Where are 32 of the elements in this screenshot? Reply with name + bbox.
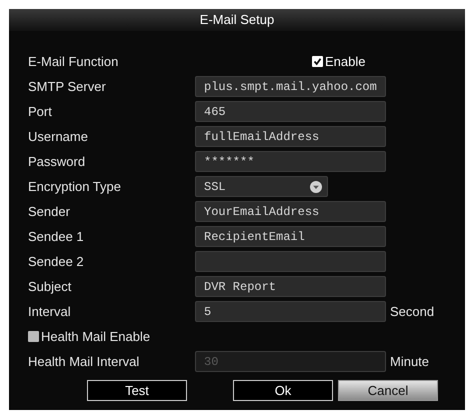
window-title: E-Mail Setup — [200, 11, 274, 30]
input-field[interactable]: ******* — [195, 151, 386, 172]
input-field[interactable]: 465 — [195, 101, 386, 122]
field-label: Interval — [28, 302, 72, 321]
checkbox[interactable] — [312, 56, 323, 67]
field-label: Sender — [28, 202, 71, 221]
input-field[interactable]: fullEmailAddress — [195, 126, 386, 147]
input-field[interactable]: RecipientEmail — [195, 226, 386, 247]
input-field[interactable]: plus.smpt.mail.yahoo.com — [195, 76, 386, 97]
checkbox[interactable] — [28, 331, 39, 342]
dialog-button[interactable]: Ok — [233, 380, 333, 401]
input-field[interactable] — [195, 251, 386, 272]
field-label: E-Mail Function — [28, 52, 120, 71]
field-label: Sendee 2 — [28, 252, 85, 271]
unit-label: Second — [390, 302, 434, 321]
field-label: Subject — [28, 278, 72, 296]
field-label: SMTP Server — [28, 78, 107, 96]
field-label: Password — [28, 152, 86, 171]
dialog-button[interactable]: Test — [87, 380, 187, 401]
field-label: Sendee 1 — [28, 228, 85, 246]
dropdown[interactable]: SSL — [195, 176, 328, 197]
field-label: Health Mail Interval — [28, 352, 140, 371]
input-field[interactable]: 5 — [195, 301, 386, 322]
checkbox-label: Health Mail Enable — [41, 328, 150, 346]
checkbox-label: Enable — [325, 52, 366, 71]
field-label: Encryption Type — [28, 178, 122, 196]
input-field[interactable]: DVR Report — [195, 276, 386, 297]
dialog-button[interactable]: Cancel — [338, 380, 438, 401]
input-field[interactable]: YourEmailAddress — [195, 201, 386, 222]
field-label: Port — [28, 102, 53, 121]
unit-label: Minute — [390, 352, 430, 371]
field-label: Username — [28, 128, 89, 146]
